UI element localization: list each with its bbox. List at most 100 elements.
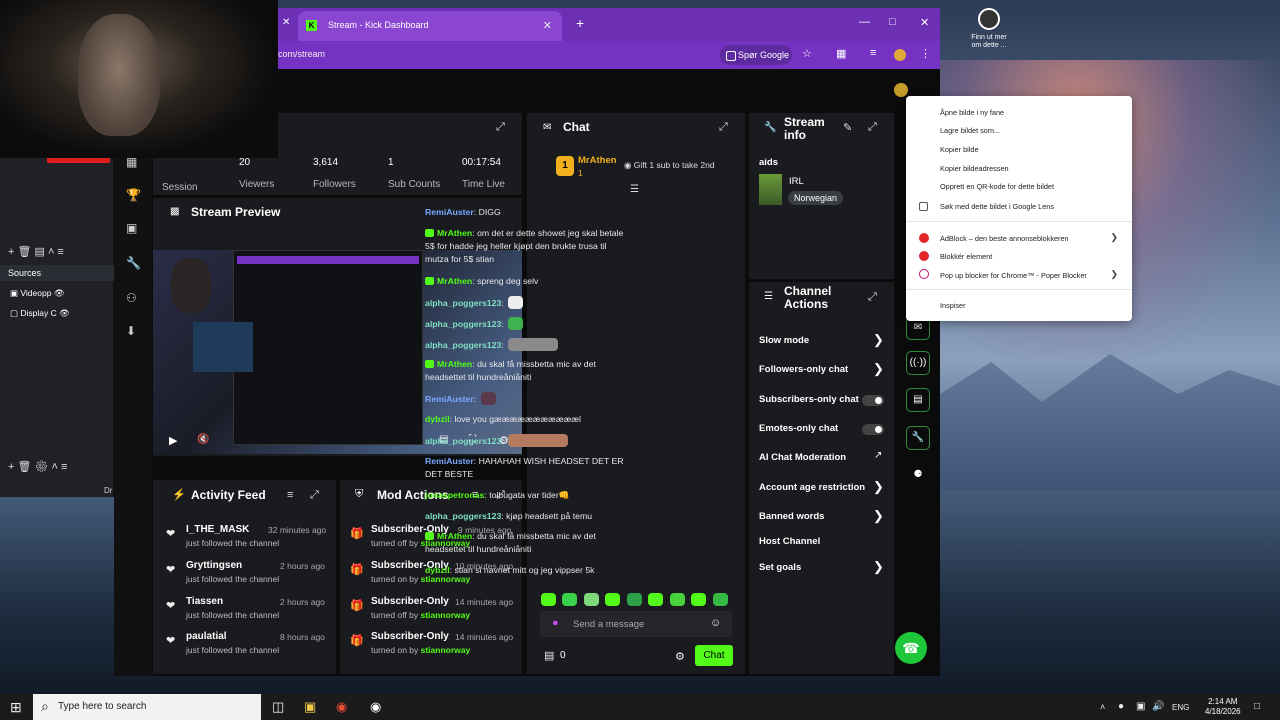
wrench-icon[interactable]: 🔧 [126, 256, 141, 270]
session-label: Session [162, 182, 198, 193]
emote-icon[interactable] [583, 593, 599, 606]
menu-create-qr[interactable]: Opprett en QR-kode for dette bildet [940, 182, 1054, 191]
notifications-icon[interactable]: □ [1254, 701, 1260, 712]
activity-user[interactable]: Gryttingsen [186, 560, 242, 571]
menu-popup-blocker[interactable]: Pop up blocker for Chrome™ - Poper Block… [940, 271, 1087, 280]
minimize-button[interactable]: — [859, 16, 870, 28]
chevron-right-icon[interactable]: ❯ [873, 559, 884, 575]
play-icon[interactable]: ▶ [169, 434, 177, 447]
close-tab-icon[interactable]: ✕ [282, 17, 290, 28]
filter-icon[interactable]: ≡ [287, 489, 293, 501]
maximize-button[interactable]: □ [889, 16, 896, 28]
expand-icon[interactable]: ⤢ [496, 121, 505, 134]
menu-copy-image[interactable]: Kopier bilde [940, 145, 979, 154]
emote-icon[interactable] [626, 593, 642, 606]
emote-icon[interactable] [712, 593, 728, 606]
google-lens-button[interactable]: Spør Google [720, 45, 792, 65]
chat-settings-icon[interactable]: ⚙ [675, 650, 685, 663]
expand-icon[interactable]: ⤢ [868, 121, 877, 134]
volume-icon[interactable]: 🔊 [1152, 701, 1164, 712]
menu-block-element[interactable]: Blokkér element [940, 252, 992, 261]
followers-only-button[interactable]: Followers-only chat [759, 364, 848, 375]
microphone-icon[interactable]: ● [552, 617, 559, 629]
mute-icon[interactable]: 🔇 [197, 434, 209, 445]
network-icon[interactable]: ▣ [1136, 701, 1145, 712]
task-view-icon[interactable]: ◫ [272, 699, 284, 715]
emote-icon[interactable] [541, 593, 556, 606]
media-icon[interactable]: ≡ [870, 47, 876, 59]
emoji-icon[interactable]: ☺ [710, 617, 721, 629]
emotes-only-toggle[interactable] [862, 424, 884, 435]
emote-icon[interactable] [648, 593, 664, 606]
support-headset-button[interactable]: ☎ [895, 632, 927, 664]
trophy-icon[interactable]: 🏆 [126, 188, 141, 202]
users-icon[interactable]: ⚇ [126, 291, 137, 305]
language-indicator[interactable]: ENG [1172, 703, 1189, 712]
desktop-shortcut[interactable]: Finn ut mer om dette ... [967, 8, 1011, 50]
menu-open-image-new-tab[interactable]: Åpne bilde i ny fane [940, 108, 1004, 117]
ai-chat-moderation-button[interactable]: AI Chat Moderation [759, 452, 846, 463]
banned-words-button[interactable]: Banned words [759, 511, 824, 522]
menu-adblock[interactable]: AdBlock – den beste annonseblokkeren [940, 234, 1069, 243]
menu-save-image[interactable]: Lagre bildet som... [940, 126, 1000, 135]
activity-user[interactable]: I_THE_MASK [186, 524, 249, 535]
obs-icon[interactable]: ◉ [370, 699, 381, 715]
sliders-icon: ☰ [764, 291, 773, 302]
activity-user[interactable]: Tiassen [186, 596, 223, 607]
server-icon[interactable]: ▤ [906, 388, 930, 412]
windows-start-icon[interactable]: ⊞ [10, 699, 22, 716]
menu-copy-image-address[interactable]: Kopier bildeadressen [940, 164, 1009, 173]
download-icon[interactable]: ⬇ [126, 324, 136, 338]
emote-icon[interactable] [691, 593, 707, 606]
extensions-icon[interactable]: ▦ [836, 47, 846, 60]
expand-icon[interactable]: ⤢ [719, 121, 728, 134]
mic-tray-icon[interactable]: ● [1118, 701, 1124, 712]
emote-icon[interactable] [605, 593, 621, 606]
taskbar-search[interactable]: Type here to search [33, 694, 261, 720]
tray-chevron-icon[interactable]: ˄ [1100, 702, 1105, 712]
broadcast-icon[interactable]: ((·)) [906, 351, 930, 375]
expand-icon[interactable]: ⤢ [310, 489, 319, 502]
account-age-button[interactable]: Account age restriction [759, 482, 865, 493]
menu-kebab-icon[interactable]: ⋮ [920, 47, 931, 60]
expand-icon[interactable]: ⤢ [868, 291, 877, 304]
set-goals-button[interactable]: Set goals [759, 562, 801, 573]
emote-icon[interactable] [562, 593, 578, 606]
obs-scene-toolbar[interactable]: + 🗑 ▤ ˄ ≡ [8, 245, 64, 258]
file-explorer-icon[interactable]: ▣ [304, 699, 316, 715]
profile-avatar[interactable] [894, 49, 906, 61]
user-avatar[interactable] [894, 83, 908, 97]
menu-google-lens[interactable]: Søk med dette bildet i Google Lens [940, 202, 1054, 211]
share-icon[interactable]: ⚈ [906, 464, 930, 488]
chat-input[interactable]: ● Send a message ☺ [540, 611, 732, 637]
chevron-right-icon[interactable]: ❯ [873, 332, 884, 348]
tab-kick-dashboard[interactable]: K Stream - Kick Dashboard ✕ [298, 11, 562, 41]
edit-pencil-icon[interactable]: ✎ [843, 121, 852, 134]
taskbar-clock[interactable]: 2:14 AM 4/18/2026 [1205, 697, 1241, 717]
language-tag: Norwegian [788, 191, 844, 205]
chrome-icon[interactable]: ◉ [336, 699, 347, 715]
activity-user[interactable]: paulatial [186, 631, 227, 642]
subscribers-only-toggle[interactable] [862, 395, 884, 406]
source-item[interactable]: ▢ Display C 👁 [10, 308, 70, 319]
emote-bar[interactable] [541, 590, 733, 624]
close-icon[interactable]: ✕ [543, 19, 552, 32]
menu-inspect[interactable]: Inspiser [940, 301, 966, 310]
chevron-right-icon[interactable]: ❯ [873, 361, 884, 377]
emote-icon[interactable] [669, 593, 685, 606]
external-link-icon[interactable]: ↗ [874, 450, 882, 461]
points-count: 0 [560, 650, 566, 661]
chevron-right-icon[interactable]: ❯ [873, 479, 884, 495]
new-tab-button[interactable]: + [576, 15, 584, 31]
slow-mode-button[interactable]: Slow mode [759, 335, 809, 346]
chevron-right-icon[interactable]: ❯ [873, 508, 884, 524]
host-channel-button[interactable]: Host Channel [759, 536, 820, 547]
source-item[interactable]: ▣ Videopp 👁 [10, 288, 65, 299]
send-chat-button[interactable]: Chat [695, 645, 733, 666]
obs-sources-toolbar[interactable]: + 🗑 ⚙ ˄ ≡ [8, 460, 67, 473]
tools-icon[interactable]: 🔧 [906, 426, 930, 450]
star-icon[interactable]: ☆ [802, 47, 812, 60]
layout-icon[interactable]: ▣ [126, 221, 137, 235]
collapse-icon[interactable]: ☰ [630, 184, 639, 195]
close-window-button[interactable]: ✕ [920, 16, 929, 29]
